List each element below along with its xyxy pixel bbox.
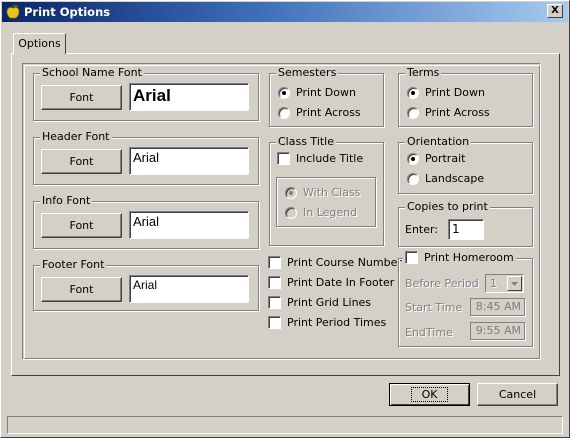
school-name-font-value[interactable]: Arial xyxy=(129,83,249,111)
cancel-button[interactable]: Cancel xyxy=(477,383,558,406)
orientation-group: Orientation xyxy=(398,135,533,194)
checkbox xyxy=(277,152,290,165)
chevron-down-icon[interactable] xyxy=(507,276,522,291)
checkbox xyxy=(268,276,281,289)
terms-label: Terms xyxy=(405,66,442,79)
title-placement-group xyxy=(276,177,376,227)
footer-font-button[interactable]: Font xyxy=(41,277,122,302)
title-bar[interactable]: Print Options xyxy=(2,2,568,22)
print-homeroom-checkbox[interactable]: Print Homeroom xyxy=(403,251,516,264)
before-period-label: Before Period xyxy=(405,277,479,290)
print-grid-lines-checkbox[interactable]: Print Grid Lines xyxy=(268,296,371,309)
include-title-checkbox[interactable]: Include Title xyxy=(277,152,363,165)
tab-options[interactable]: Options xyxy=(13,33,66,54)
header-font-value[interactable]: Arial xyxy=(129,147,249,175)
in-legend-radio[interactable]: In Legend xyxy=(285,206,357,219)
start-time-field[interactable]: 8:45 AM xyxy=(470,298,525,316)
radio-selected xyxy=(407,86,419,99)
print-course-number-checkbox[interactable]: Print Course Number xyxy=(268,256,402,269)
radio-selected xyxy=(278,86,290,99)
close-icon: X xyxy=(551,5,559,16)
window-title: Print Options xyxy=(24,5,111,19)
class-title-label: Class Title xyxy=(276,135,337,148)
end-time-label: EndTime xyxy=(405,326,453,339)
radio-disabled xyxy=(285,206,297,219)
semesters-label: Semesters xyxy=(276,66,339,79)
start-time-label: Start Time xyxy=(405,301,463,314)
checkbox xyxy=(268,256,281,269)
radio-unselected xyxy=(278,106,290,119)
print-period-times-checkbox[interactable]: Print Period Times xyxy=(268,316,386,329)
print-date-in-footer-checkbox[interactable]: Print Date In Footer xyxy=(268,276,394,289)
checkbox xyxy=(268,316,281,329)
radio-disabled-selected xyxy=(285,186,297,199)
semesters-print-down-radio[interactable]: Print Down xyxy=(278,86,356,99)
radio-unselected xyxy=(407,172,419,185)
with-class-radio[interactable]: With Class xyxy=(285,186,360,199)
school-name-font-label: School Name Font xyxy=(40,66,144,79)
footer-font-label: Footer Font xyxy=(40,258,107,271)
copies-input[interactable]: 1 xyxy=(448,219,484,240)
orientation-label: Orientation xyxy=(405,135,472,148)
header-font-button[interactable]: Font xyxy=(41,149,122,174)
copies-label: Copies to print xyxy=(405,200,490,213)
end-time-field[interactable]: 9:55 AM xyxy=(470,322,525,340)
info-font-label: Info Font xyxy=(40,194,93,207)
semesters-print-across-radio[interactable]: Print Across xyxy=(278,106,361,119)
landscape-radio[interactable]: Landscape xyxy=(407,172,484,185)
header-font-label: Header Font xyxy=(40,130,112,143)
terms-print-down-radio[interactable]: Print Down xyxy=(407,86,485,99)
info-font-value[interactable]: Arial xyxy=(129,211,249,239)
info-font-button[interactable]: Font xyxy=(41,213,122,238)
copies-enter-label: Enter: xyxy=(405,223,439,236)
radio-unselected xyxy=(407,106,419,119)
school-name-font-button[interactable]: Font xyxy=(41,85,122,110)
before-period-select[interactable]: 1 xyxy=(485,274,524,293)
status-bar xyxy=(7,416,563,434)
print-options-window: Print Options X Options School Name Font… xyxy=(0,0,570,438)
checkbox xyxy=(405,251,418,264)
radio-selected xyxy=(407,152,419,165)
portrait-radio[interactable]: Portrait xyxy=(407,152,465,165)
close-button[interactable]: X xyxy=(547,4,563,18)
ok-button[interactable]: OK xyxy=(389,383,470,406)
apple-icon xyxy=(6,4,20,19)
terms-print-across-radio[interactable]: Print Across xyxy=(407,106,490,119)
checkbox xyxy=(268,296,281,309)
footer-font-value[interactable]: Arial xyxy=(129,275,249,303)
